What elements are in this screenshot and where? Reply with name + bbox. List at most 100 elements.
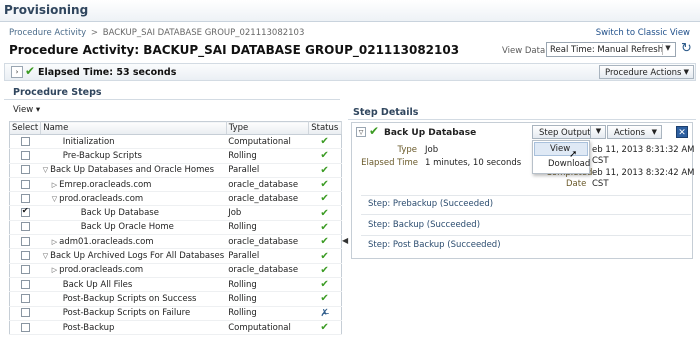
column-header-select[interactable]: Select [9, 121, 42, 135]
step-type-cell: Parallel [226, 248, 309, 264]
status-cell: ✗̶ [308, 306, 342, 321]
step-name: Post-Backup Scripts on Failure [62, 308, 191, 319]
substep-link-post-backup[interactable]: Step: Post Backup (Succeeded) [368, 240, 501, 250]
collapse-icon[interactable]: ▽ [356, 127, 366, 137]
column-header-type[interactable]: Type [226, 121, 309, 135]
table-row[interactable]: Post-Backup Scripts on Failure Rolling ✗̶ [9, 306, 342, 321]
step-name-cell: Pre-Backup Scripts [40, 148, 227, 164]
actions-label: Actions [614, 128, 646, 138]
table-row[interactable]: Back Up Oracle Home Rolling ✔ [9, 220, 342, 236]
substep-link-backup[interactable]: Step: Backup (Succeeded) [368, 220, 480, 230]
row-checkbox[interactable] [20, 265, 30, 275]
table-row[interactable]: Post-Backup Scripts on Success Rolling ✔ [9, 291, 342, 307]
expanded-triangle-icon[interactable]: ▽ [43, 252, 48, 260]
select-cell [9, 306, 41, 321]
chevron-down-icon: ▼ [651, 128, 657, 136]
step-name: Back Up Database [384, 128, 477, 138]
divider [361, 214, 691, 215]
close-icon[interactable]: ✕ [676, 126, 688, 138]
check-icon: ✔ [320, 236, 329, 248]
collapsed-triangle-icon[interactable]: ▷ [52, 238, 57, 246]
select-cell [9, 320, 41, 336]
row-checkbox[interactable] [20, 251, 30, 261]
chevron-down-icon: ▼ [662, 44, 673, 55]
title-bar [0, 0, 700, 22]
row-checkbox[interactable] [20, 236, 30, 246]
status-cell: ✔ [308, 163, 342, 178]
column-header-name[interactable]: Name [40, 121, 227, 135]
expanded-triangle-icon[interactable]: ▽ [43, 166, 48, 174]
table-row[interactable]: Initialization Computational ✔ [9, 134, 342, 150]
row-checkbox[interactable] [20, 179, 30, 189]
row-checkbox[interactable] [20, 150, 30, 160]
table-row[interactable]: ▷ prod.oracleads.com oracle_database ✔ [9, 263, 342, 278]
row-checkbox[interactable] [20, 165, 30, 175]
status-cell: ✔ [308, 291, 342, 307]
row-checkbox[interactable] [20, 308, 30, 318]
row-checkbox[interactable] [20, 322, 30, 332]
check-icon: ✔ [320, 179, 329, 191]
step-type-cell: oracle_database [226, 191, 309, 207]
elapsed-time: Elapsed Time: 53 seconds [38, 67, 177, 78]
chevron-down-icon[interactable]: ▼ [590, 125, 606, 139]
step-name: prod.oracleads.com [59, 265, 144, 276]
check-icon: ✔ [320, 136, 329, 148]
table-row[interactable]: ▽ Back Up Databases and Oracle Homes Paral… [9, 163, 342, 178]
table-row[interactable]: ▽ prod.oracleads.com oracle_database ✔ [9, 191, 342, 207]
row-checkbox[interactable] [20, 136, 30, 146]
procedure-actions-label: Procedure Actions [605, 68, 682, 78]
skipped-icon: ✗̶ [320, 307, 329, 319]
table-row[interactable]: ▽ Back Up Archived Logs For All Databases… [9, 248, 342, 264]
step-name: Post-Backup [62, 322, 115, 333]
expand-icon[interactable]: › [11, 66, 23, 78]
collapse-splitter-icon[interactable]: ◀ [342, 236, 348, 256]
breadcrumb: Procedure Activity > BACKUP_SAI DATABASE… [9, 28, 304, 38]
status-cell: ✔ [308, 191, 342, 207]
row-checkbox[interactable] [20, 293, 30, 303]
breadcrumb-parent-link[interactable]: Procedure Activity [9, 28, 86, 38]
view-menu[interactable]: View ▾ [13, 105, 40, 115]
type-label: Type [397, 145, 417, 155]
view-data-select[interactable]: Real Time: Manual Refresh ▼ [546, 42, 676, 57]
substep-link-prebackup[interactable]: Step: Prebackup (Succeeded) [368, 199, 493, 209]
step-name: Initialization [62, 136, 115, 147]
status-cell: ✔ [308, 263, 342, 278]
column-header-status[interactable]: Status [308, 121, 343, 135]
menu-item-download[interactable]: Download [534, 158, 590, 172]
step-name: Pre-Backup Scripts [62, 150, 142, 161]
chevron-down-icon: ▼ [683, 68, 689, 76]
check-icon: ✔ [320, 164, 329, 176]
table-row[interactable]: Back Up All Files Rolling ✔ [9, 277, 342, 293]
type-value: Job [425, 145, 439, 155]
step-name: prod.oracleads.com [59, 193, 144, 204]
divider [4, 99, 340, 100]
expanded-triangle-icon[interactable]: ▽ [52, 195, 57, 203]
row-checkbox[interactable] [20, 193, 30, 203]
table-row[interactable]: Back Up Database Job ✔ [9, 205, 342, 221]
collapsed-triangle-icon[interactable]: ▷ [52, 266, 57, 274]
row-checkbox[interactable] [20, 222, 30, 232]
status-cell: ✔ [308, 220, 342, 236]
step-output-label: Step Output [539, 128, 591, 138]
refresh-icon[interactable]: ↻ [681, 42, 695, 56]
switch-classic-view-link[interactable]: Switch to Classic View [596, 28, 690, 38]
table-row[interactable]: Pre-Backup Scripts Rolling ✔ [9, 148, 342, 164]
step-name-cell: Back Up Database [40, 205, 227, 221]
status-cell: ✔ [308, 277, 342, 293]
step-name-cell: ▽ Back Up Databases and Oracle Homes [40, 163, 227, 178]
table-row[interactable]: ▷ Emrep.oracleads.com oracle_database ✔ [9, 177, 342, 193]
procedure-actions-button[interactable]: Procedure Actions ▼ [599, 65, 694, 79]
table-row[interactable]: Post-Backup Computational ✔ [9, 320, 342, 336]
check-icon: ✔ [320, 264, 329, 276]
table-row[interactable]: ▷ adm01.oracleads.com oracle_database ✔ [9, 234, 342, 250]
row-checkbox[interactable] [20, 206, 30, 218]
divider [361, 195, 691, 196]
actions-button[interactable]: Actions ▼ [607, 125, 662, 139]
step-details-title: Step Details [353, 107, 419, 118]
row-checkbox[interactable] [20, 279, 30, 289]
step-type-cell: Parallel [226, 163, 309, 178]
select-cell [9, 234, 41, 250]
menu-item-view[interactable]: View [534, 142, 588, 156]
status-cell: ✔ [308, 234, 342, 250]
collapsed-triangle-icon[interactable]: ▷ [52, 181, 57, 189]
